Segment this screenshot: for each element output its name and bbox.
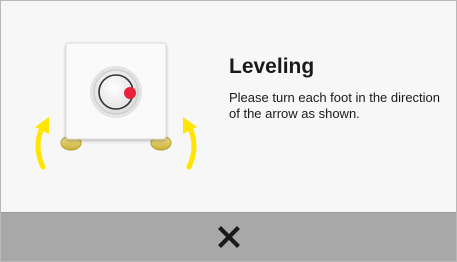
dialog-title: Leveling	[229, 55, 315, 78]
leveling-dialog: Leveling Please turn each foot in the di…	[0, 0, 457, 262]
rotate-left-arrow-icon	[35, 117, 49, 170]
dialog-footer	[1, 212, 456, 261]
close-icon	[217, 226, 240, 248]
knob-icon	[90, 66, 142, 118]
dialog-message: Please turn each foot in the direction o…	[229, 90, 441, 121]
close-button[interactable]	[199, 214, 259, 260]
rotate-right-arrow-icon	[183, 117, 197, 170]
knob-indicator-icon	[124, 87, 136, 99]
dialog-content: Leveling Please turn each foot in the di…	[1, 1, 456, 211]
leveling-illustration	[29, 39, 204, 179]
leveling-illustration-svg	[35, 42, 197, 170]
